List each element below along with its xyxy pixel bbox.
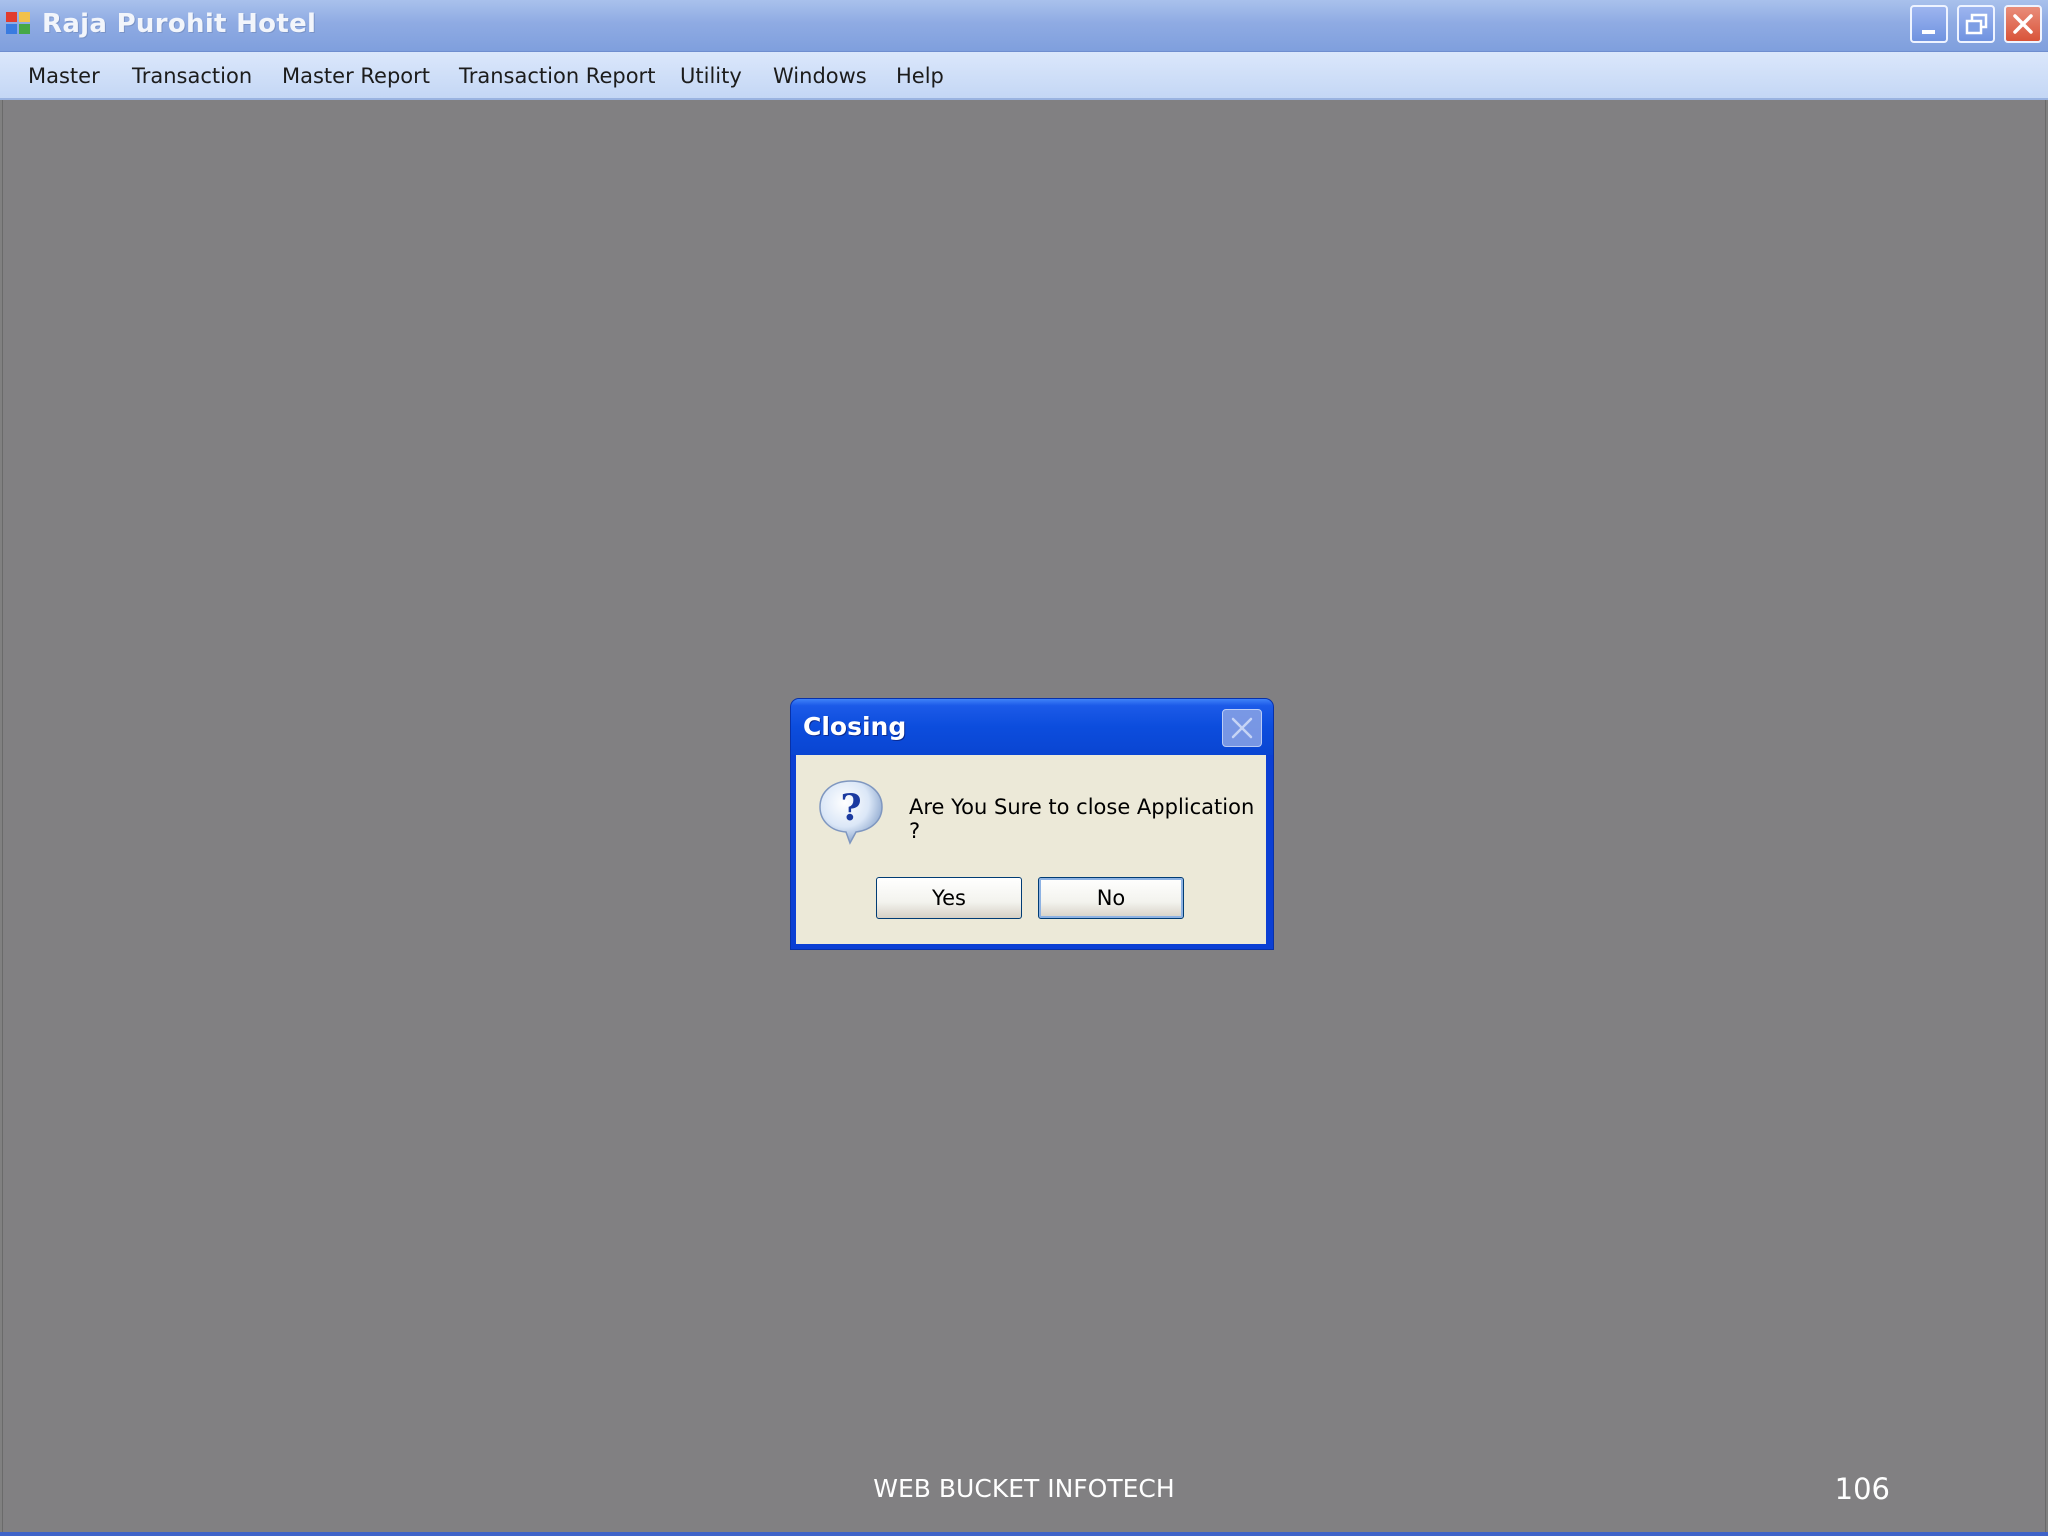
footer-number: 106 <box>1834 1472 1890 1506</box>
menu-transaction-report[interactable]: Transaction Report <box>459 62 655 90</box>
menu-bar: Master Transaction Master Report Transac… <box>0 52 2048 100</box>
dialog-title: Closing <box>803 712 907 741</box>
dialog-titlebar[interactable]: Closing <box>791 699 1273 755</box>
dialog-close-button[interactable] <box>1222 709 1262 747</box>
minimize-button[interactable] <box>1910 5 1948 43</box>
app-icon[interactable] <box>6 12 32 36</box>
no-button[interactable]: No <box>1038 877 1184 919</box>
menu-windows[interactable]: Windows <box>773 62 867 90</box>
close-icon <box>1231 717 1253 739</box>
restore-button[interactable] <box>1957 5 1995 43</box>
app-titlebar[interactable]: Raja Purohit Hotel <box>0 0 2048 52</box>
menu-master[interactable]: Master <box>28 62 100 90</box>
footer-company: WEB BUCKET INFOTECH <box>873 1474 1175 1503</box>
restore-icon <box>1965 13 1988 35</box>
app-title: Raja Purohit Hotel <box>42 9 317 39</box>
dialog-message: Are You Sure to close Application ? <box>909 795 1255 843</box>
close-icon <box>2013 14 2033 34</box>
menu-utility[interactable]: Utility <box>680 62 742 90</box>
minimize-icon <box>1922 30 1935 34</box>
close-button[interactable] <box>2004 5 2042 43</box>
closing-dialog: Closing ? Are You Sure to close Applicat… <box>790 698 1274 950</box>
window-bottom-border <box>0 1532 2048 1536</box>
dialog-body: ? Are You Sure to close Application ? Ye… <box>796 755 1266 944</box>
menu-master-report[interactable]: Master Report <box>282 62 430 90</box>
svg-text:?: ? <box>840 787 861 829</box>
menu-help[interactable]: Help <box>896 62 944 90</box>
question-icon: ? <box>819 780 883 845</box>
menu-transaction[interactable]: Transaction <box>132 62 252 90</box>
yes-button[interactable]: Yes <box>876 877 1022 919</box>
